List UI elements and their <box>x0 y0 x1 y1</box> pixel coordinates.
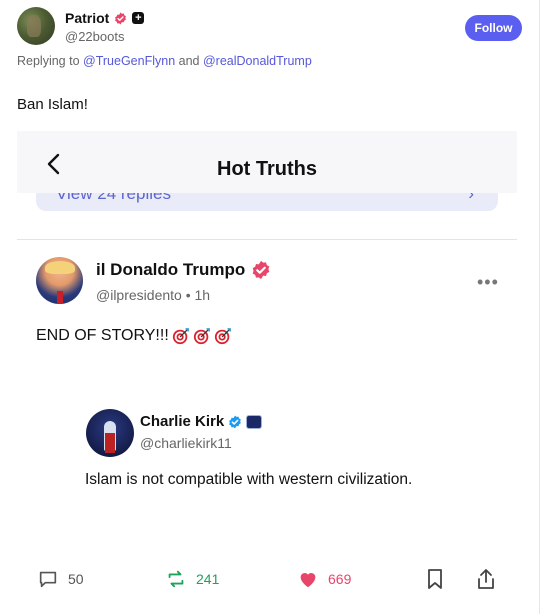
bookmark-icon <box>428 569 442 589</box>
like-button[interactable]: 669 <box>297 568 351 590</box>
nested-name-row: Charlie Kirk <box>140 413 263 430</box>
nested-handle: @charliekirk11 <box>140 435 232 451</box>
view-replies-button[interactable]: View 24 replies › <box>36 193 498 211</box>
quoted-text-body: END OF STORY!!! <box>36 327 169 344</box>
avatar[interactable] <box>17 7 55 45</box>
post-text: Ban Islam! <box>17 96 88 113</box>
quoted-display-name[interactable]: il Donaldo Trumpo <box>96 260 245 280</box>
replying-joiner: and <box>178 54 200 68</box>
quoted-handle-time: @ilpresidento • 1h <box>96 287 211 303</box>
more-options-icon[interactable]: ••• <box>477 272 499 293</box>
view-replies-label: View 24 replies <box>56 193 171 203</box>
avatar[interactable] <box>36 257 83 304</box>
share-icon <box>478 569 494 589</box>
affiliation-badge-icon <box>246 414 263 429</box>
action-bar: 50 241 669 <box>17 568 517 598</box>
bookmark-button[interactable] <box>426 568 444 590</box>
heart-icon <box>300 573 316 588</box>
nested-display-name[interactable]: Charlie Kirk <box>140 413 224 430</box>
verified-badge-icon <box>229 415 242 428</box>
handle[interactable]: @22boots <box>65 29 124 44</box>
quoted-text: END OF STORY!!! <box>36 327 232 345</box>
mention-link[interactable]: @TrueGenFlynn <box>83 54 175 68</box>
verified-badge-icon <box>252 260 270 280</box>
retruth-button[interactable]: 241 <box>165 568 219 590</box>
verified-badge-icon <box>115 12 127 24</box>
page-title: Hot Truths <box>217 158 317 180</box>
share-button[interactable] <box>476 568 496 590</box>
reply-button[interactable]: 50 <box>37 568 84 590</box>
name-row: Patriot + <box>65 10 145 26</box>
retruth-icon <box>168 570 184 588</box>
follow-button[interactable]: Follow <box>465 15 522 41</box>
replying-prefix: Replying to <box>17 54 80 68</box>
hot-truths-header: Hot Truths <box>17 131 517 193</box>
reply-count: 50 <box>68 571 84 587</box>
like-count: 669 <box>328 571 352 587</box>
quoted-name-row: il Donaldo Trumpo <box>96 260 271 280</box>
direct-hit-target-icon <box>172 328 189 345</box>
embedded-screenshot: Hot Truths View 24 replies › il Donaldo … <box>17 131 517 614</box>
right-border <box>539 0 540 614</box>
nested-text: Islam is not compatible with western civ… <box>85 471 413 488</box>
divider <box>17 239 517 240</box>
direct-hit-target-icon <box>214 328 231 345</box>
post-header: Patriot + @22boots Follow <box>17 7 522 47</box>
chevron-right-icon: › <box>468 193 474 203</box>
display-name[interactable]: Patriot <box>65 10 109 26</box>
direct-hit-target-icon <box>193 328 210 345</box>
retruth-count: 241 <box>196 571 220 587</box>
replying-to: Replying to @TrueGenFlynn and @realDonal… <box>17 54 312 68</box>
avatar[interactable] <box>86 409 134 457</box>
reply-icon <box>39 571 57 588</box>
mention-link[interactable]: @realDonaldTrump <box>203 54 312 68</box>
plus-badge-icon: + <box>132 12 145 24</box>
